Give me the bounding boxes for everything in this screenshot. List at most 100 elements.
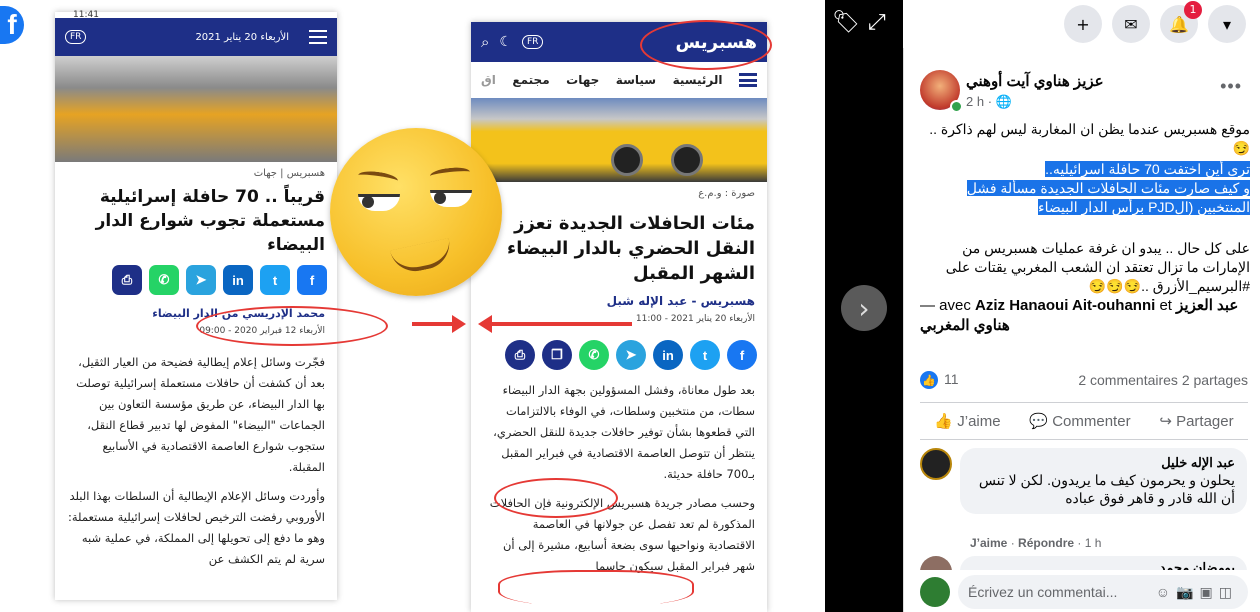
copy-icon[interactable]: ❐ bbox=[542, 340, 572, 370]
nav-item[interactable]: الرئيسية bbox=[673, 73, 723, 87]
article-title: مئات الحافلات الجديدة تعزز النقل الحضري … bbox=[507, 213, 755, 284]
linkedin-icon[interactable]: in bbox=[653, 340, 683, 370]
shared-photo: f 11:41 FR الأربعاء 20 يناير 2021 هسبريس… bbox=[0, 0, 825, 612]
post-time[interactable]: 2 h · 🌐 bbox=[966, 94, 1012, 110]
post-highlight-1: ترى أين اختفت 70 حافلة اسرائيليه.. bbox=[1045, 161, 1250, 177]
emoji-brow bbox=[357, 169, 399, 187]
nav-item[interactable]: جهات bbox=[566, 73, 599, 87]
tag-prefix: — avec bbox=[920, 297, 971, 314]
red-circle-annotation bbox=[196, 306, 388, 346]
commenter-name[interactable]: بومضان محمد bbox=[960, 556, 1247, 570]
sticker-icon[interactable]: ◫ bbox=[1219, 584, 1238, 600]
menu-icon[interactable] bbox=[739, 73, 757, 87]
article-author[interactable]: هسبريس - عبد الإله شبل bbox=[471, 290, 767, 312]
breadcrumb: هسبريس | جهات bbox=[253, 168, 325, 179]
red-circle-annotation bbox=[494, 478, 618, 518]
emoji-eye bbox=[358, 194, 400, 211]
nav-item[interactable]: اق bbox=[481, 73, 496, 87]
share-button[interactable]: ↪ Partager bbox=[1159, 412, 1233, 430]
telegram-icon[interactable]: ➤ bbox=[616, 340, 646, 370]
commenter-avatar[interactable] bbox=[920, 556, 952, 570]
post-author[interactable]: عزيز هناوي آيت أوهني bbox=[966, 72, 1104, 90]
share-buttons: f t in ➤ ✆ ⎙ bbox=[55, 257, 337, 303]
menu-icon[interactable] bbox=[309, 30, 327, 44]
whatsapp-icon[interactable]: ✆ bbox=[149, 265, 179, 295]
bell-icon: 🔔 bbox=[1169, 14, 1189, 34]
comment-button[interactable]: 💬 Commenter bbox=[1029, 412, 1130, 430]
nav-item[interactable]: مجتمع bbox=[512, 73, 549, 87]
commenter-avatar[interactable] bbox=[920, 448, 952, 480]
caret-down-icon: ▾ bbox=[1222, 14, 1232, 34]
post-time-text: 2 h bbox=[966, 94, 985, 109]
twitter-icon[interactable]: t bbox=[260, 265, 290, 295]
top-actions: + ✉ 🔔 1 ▾ bbox=[903, 0, 1260, 48]
camera-icon[interactable]: 📷 bbox=[1176, 584, 1199, 600]
whatsapp-icon[interactable]: ✆ bbox=[579, 340, 609, 370]
next-photo-button[interactable]: › bbox=[841, 285, 887, 331]
paragraph-1: فجّرت وسائل إعلام إيطالية فضيحة من العيا… bbox=[76, 355, 325, 474]
crumb-section[interactable]: جهات bbox=[254, 168, 277, 179]
left-site-header: FR الأربعاء 20 يناير 2021 bbox=[55, 18, 337, 56]
comment-bubble: عبد الإله خليل يحلون و يحرمون كيف ما يري… bbox=[960, 448, 1247, 514]
like-label: J’aime bbox=[957, 413, 1001, 430]
like-button[interactable]: 👍 J’aime bbox=[934, 412, 1000, 430]
create-button[interactable]: + bbox=[1064, 5, 1102, 43]
bus-interior-image bbox=[55, 56, 337, 162]
print-icon[interactable]: ⎙ bbox=[505, 340, 535, 370]
account-menu-button[interactable]: ▾ bbox=[1208, 5, 1246, 43]
facebook-logo-icon[interactable]: f bbox=[0, 6, 24, 44]
comment-text: يحلون و يحرمون كيف ما يريدون. لكن لا تنس… bbox=[978, 472, 1235, 506]
commenter-name[interactable]: عبد الإله خليل bbox=[972, 455, 1235, 471]
emoji-brow bbox=[429, 165, 471, 183]
tag-et: et bbox=[1159, 297, 1172, 314]
telegram-icon[interactable]: ➤ bbox=[186, 265, 216, 295]
comment-input[interactable]: Écrivez un commentai... ☺📷▣◫ bbox=[958, 575, 1248, 609]
print-icon[interactable]: ⎙ bbox=[112, 265, 142, 295]
shares-count[interactable]: 2 partages bbox=[1182, 372, 1248, 388]
comment-like-link[interactable]: J’aime bbox=[970, 536, 1007, 550]
tagged-person-1[interactable]: Aziz Hanaoui Ait-ouhanni bbox=[975, 297, 1155, 314]
comment-icon: 💬 bbox=[1029, 413, 1049, 430]
bus-wheel bbox=[611, 144, 643, 176]
facebook-icon[interactable]: f bbox=[727, 340, 757, 370]
comments-count[interactable]: 2 commentaires bbox=[1078, 372, 1178, 388]
header-date: الأربعاء 20 يناير 2021 bbox=[195, 31, 289, 43]
red-arrow-left bbox=[492, 322, 632, 326]
notification-badge: 1 bbox=[1184, 1, 1202, 19]
search-icon[interactable]: ⌕ bbox=[481, 33, 489, 51]
lang-switch[interactable]: FR bbox=[65, 30, 87, 44]
bus-wheel bbox=[671, 144, 703, 176]
red-circle-annotation bbox=[640, 20, 772, 70]
notifications-button[interactable]: 🔔 1 bbox=[1160, 1, 1202, 43]
smirk-emoji-icon bbox=[330, 128, 502, 296]
post-actions: 👍 J’aime 💬 Commenter ↪ Partager bbox=[920, 402, 1248, 440]
share-buttons: f t in ➤ ✆ ❐ ⎙ bbox=[471, 332, 767, 378]
photo-viewer: f 11:41 FR الأربعاء 20 يناير 2021 هسبريس… bbox=[0, 0, 903, 612]
comment-reply-link[interactable]: Répondre bbox=[1018, 536, 1074, 550]
reactions-count[interactable]: 👍 11 bbox=[920, 371, 959, 390]
comment-time[interactable]: 1 h bbox=[1085, 536, 1102, 550]
reaction-counts: 👍 11 2 commentaires 2 partages bbox=[920, 370, 1248, 390]
share-label: Partager bbox=[1176, 413, 1234, 430]
fullscreen-icon[interactable]: ⤢ bbox=[868, 10, 886, 35]
comment-placeholder: Écrivez un commentai... bbox=[968, 584, 1118, 600]
dark-mode-icon[interactable]: ☾ bbox=[499, 34, 512, 50]
nav-item[interactable]: سياسة bbox=[616, 73, 656, 87]
tag-icon[interactable]: 🏷 bbox=[832, 10, 860, 35]
comment-label: Commenter bbox=[1052, 413, 1131, 430]
article-title: قريباً .. 70 حافلة إسرائيلية مستعملة تجو… bbox=[95, 187, 325, 255]
linkedin-icon[interactable]: in bbox=[223, 265, 253, 295]
emoji-mouth bbox=[389, 238, 455, 276]
twitter-icon[interactable]: t bbox=[690, 340, 720, 370]
crumb-site[interactable]: هسبريس bbox=[287, 168, 325, 179]
messenger-button[interactable]: ✉ bbox=[1112, 5, 1150, 43]
online-status-icon bbox=[950, 100, 963, 113]
emoji-icon[interactable]: ☺ bbox=[1156, 584, 1176, 600]
more-options-icon[interactable]: ••• bbox=[1220, 76, 1242, 97]
facebook-icon[interactable]: f bbox=[297, 265, 327, 295]
image-caption: صورة : و.م.ع bbox=[698, 188, 755, 199]
paragraph-1: بعد طول معاناة، وفشل المسؤولين بجهة الدا… bbox=[493, 383, 755, 481]
lang-switch[interactable]: FR bbox=[521, 35, 544, 49]
arrow-head-icon bbox=[452, 315, 466, 333]
gif-icon[interactable]: ▣ bbox=[1200, 584, 1219, 600]
